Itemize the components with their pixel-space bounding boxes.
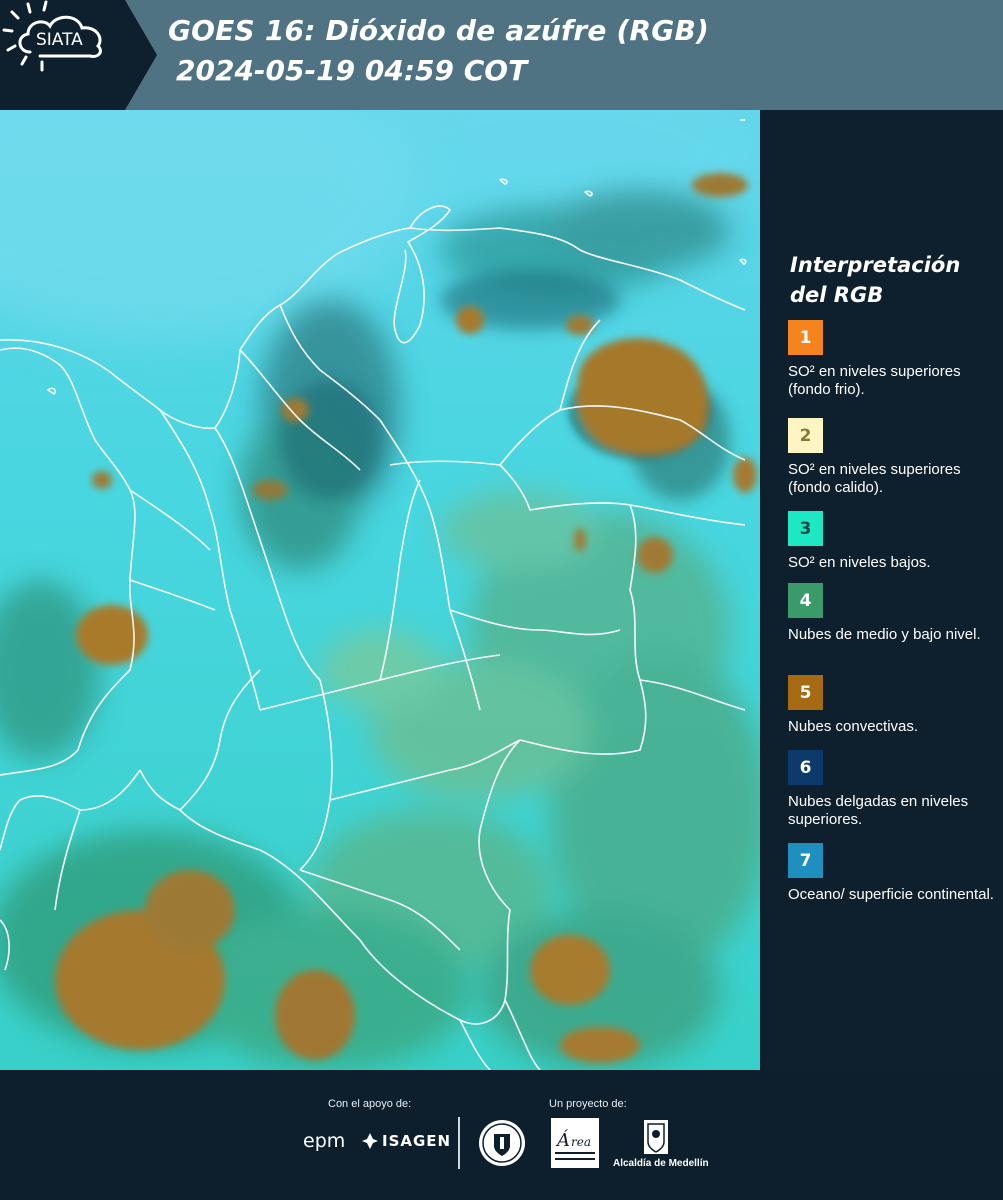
legend-swatch-1: 1 <box>788 320 823 355</box>
legend-text-4: Nubes de medio y bajo nivel. <box>788 626 981 643</box>
legend-text-5: Nubes convectivas. <box>788 718 919 735</box>
legend-swatch-2: 2 <box>788 418 823 453</box>
legend-swatch-6: 6 <box>788 750 823 785</box>
footer: Con el apoyo de: Un proyecto de: epm ISA… <box>0 1070 1003 1200</box>
legend-text-1: SO² en niveles superiores (fondo frio). <box>788 363 961 398</box>
footer-divider <box>458 1117 460 1169</box>
header-logo-panel: SIATA <box>0 0 160 110</box>
epm-logo: epm <box>303 1130 346 1152</box>
alcaldia-shield-icon <box>644 1120 668 1154</box>
isagen-logo-icon <box>362 1133 378 1149</box>
legend-text-6: Nubes delgadas en niveles superiores. <box>788 793 969 828</box>
legend-swatch-3: 3 <box>788 511 823 546</box>
legend-item-6: 6 Nubes delgadas en niveles superiores. <box>788 750 998 829</box>
legend-swatch-5: 5 <box>788 675 823 710</box>
legend-text-3: SO² en niveles bajos. <box>788 554 931 571</box>
area-metropolitana-logo-icon: Á rea <box>551 1118 599 1168</box>
legend-title: Interpretación del RGB <box>790 253 961 307</box>
alcaldia-label: Alcaldía de Medellín <box>613 1158 709 1169</box>
legend-item-1: 1 SO² en niveles superiores (fondo frio)… <box>788 320 998 399</box>
legend-item-5: 5 Nubes convectivas. <box>788 675 998 736</box>
legend-item-7: 7 Oceano/ superficie continental. <box>788 843 998 904</box>
legend-item-4: 4 Nubes de medio y bajo nivel. <box>788 583 998 644</box>
legend-panel: Interpretación del RGB 1 SO² en niveles … <box>760 110 1003 1070</box>
svg-text:rea: rea <box>571 1135 591 1149</box>
header-bar: SIATA GOES 16: Dióxido de azúfre (RGB) 2… <box>0 0 1003 110</box>
svg-text:Á: Á <box>555 1128 570 1151</box>
isagen-logo: ISAGEN <box>382 1132 452 1150</box>
svg-text:SIATA: SIATA <box>36 30 83 50</box>
legend-swatch-4: 4 <box>788 583 823 618</box>
medellin-seal-icon <box>479 1120 525 1166</box>
satellite-map[interactable] <box>0 110 760 1070</box>
legend-text-7: Oceano/ superficie continental. <box>788 886 994 903</box>
satellite-rgb-image <box>0 110 760 1070</box>
project-label: Un proyecto de: <box>549 1098 627 1110</box>
legend-item-2: 2 SO² en niveles superiores (fondo calid… <box>788 418 998 497</box>
legend-item-3: 3 SO² en niveles bajos. <box>788 511 998 572</box>
support-label: Con el apoyo de: <box>328 1098 412 1110</box>
legend-text-2: SO² en niveles superiores (fondo calido)… <box>788 461 961 496</box>
legend-swatch-7: 7 <box>788 843 823 878</box>
page-timestamp: 2024-05-19 04:59 COT <box>176 54 528 87</box>
siata-logo-icon: SIATA <box>2 0 102 72</box>
page-title: GOES 16: Dióxido de azúfre (RGB) <box>168 14 710 47</box>
